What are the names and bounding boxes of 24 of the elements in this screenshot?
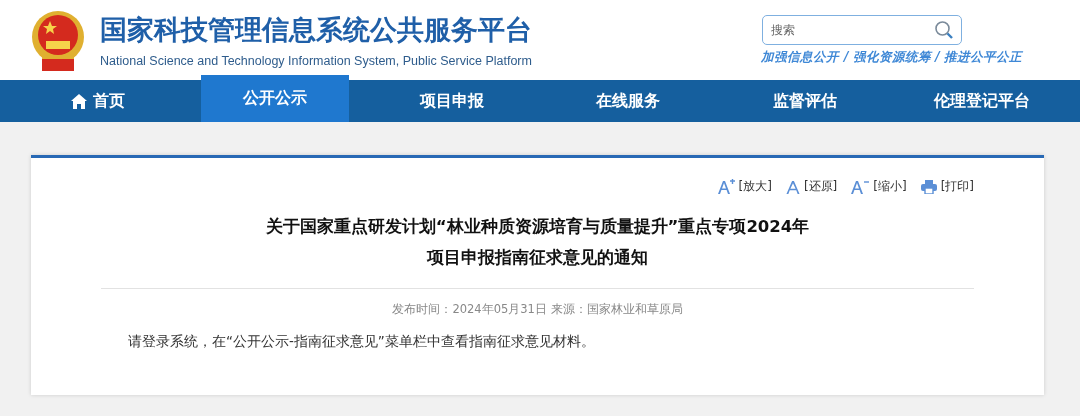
tool-link[interactable]: [打印] bbox=[940, 178, 974, 195]
nav-tab[interactable]: 监督评估 bbox=[730, 80, 879, 122]
print-icon[interactable] bbox=[920, 179, 937, 194]
slogan: 加强信息公开 / 强化资源统筹 / 推进公平公正 bbox=[761, 48, 1022, 66]
nav-tab[interactable]: 伦理登记平台 bbox=[907, 80, 1056, 122]
article-text: 请登录系统，在“公开公示-指南征求意见”菜单栏中查看指南征求意见材料。 bbox=[128, 333, 596, 351]
site-subtitle: National Science and Technology Information System, Public Service Platform bbox=[100, 54, 532, 68]
nav-tab[interactable]: 在线服务 bbox=[554, 80, 703, 122]
nav-tab[interactable]: 项目申报 bbox=[377, 80, 526, 122]
tool-link[interactable]: [缩小] bbox=[873, 178, 907, 195]
search-field[interactable]: 搜索 bbox=[762, 14, 962, 45]
font-enlarge-icon[interactable] bbox=[716, 178, 735, 195]
font-reset-icon[interactable] bbox=[785, 179, 800, 194]
tool-link[interactable]: [放大] bbox=[738, 178, 772, 195]
article-title: 关于国家重点研发计划“林业种质资源培育与质量提升”重点专项2024年 bbox=[265, 216, 810, 238]
article-title: 项目申报指南征求意见的通知 bbox=[427, 247, 648, 269]
nav-tab[interactable]: 公开公示 bbox=[201, 75, 349, 122]
publish-info: 发布时间：2024年05月31日 来源：国家林业和草原局 bbox=[391, 302, 684, 317]
home-icon bbox=[71, 93, 88, 109]
search-icon[interactable] bbox=[934, 19, 954, 40]
tool-link[interactable]: [还原] bbox=[803, 178, 838, 195]
site-title: 国家科技管理信息系统公共服务平台 bbox=[100, 13, 532, 47]
font-shrink-icon[interactable] bbox=[851, 179, 870, 194]
nav-tab[interactable]: 首页 bbox=[24, 80, 173, 122]
